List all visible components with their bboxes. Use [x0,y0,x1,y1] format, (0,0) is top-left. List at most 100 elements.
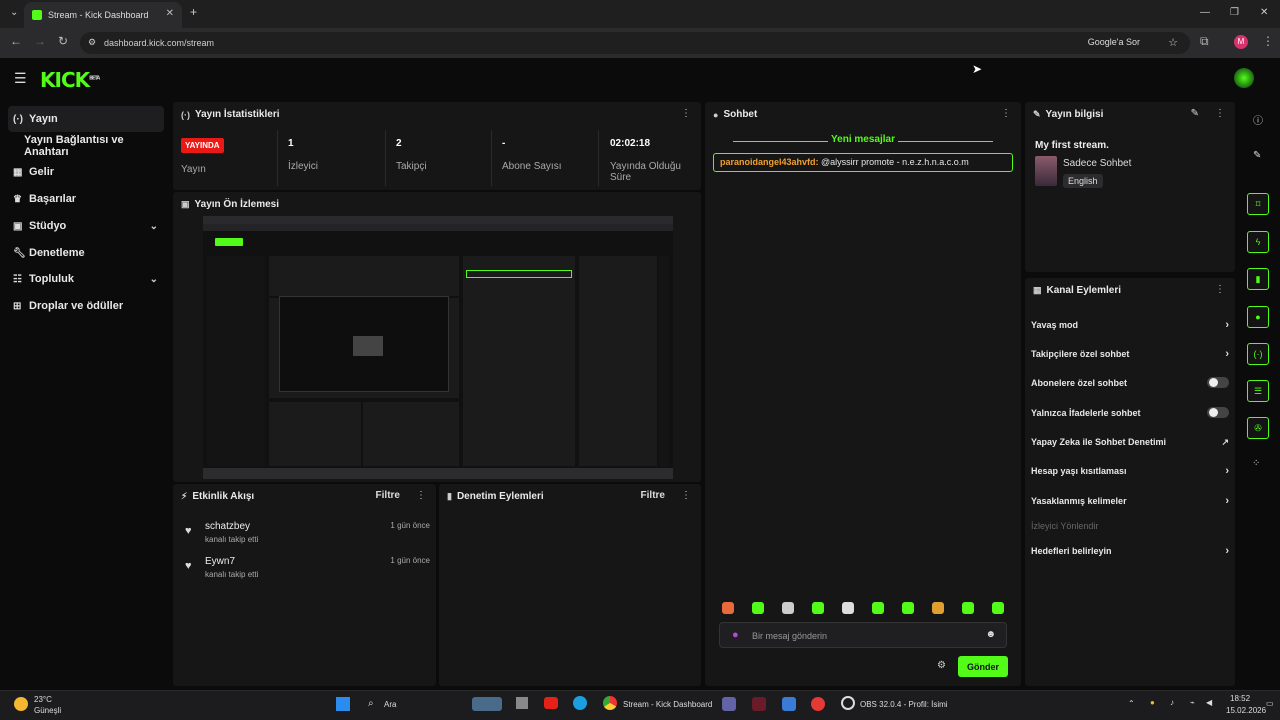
more-options-icon[interactable]: ⋮ [1001,108,1011,119]
minimize-icon[interactable]: — [1200,7,1210,18]
tab-search-icon[interactable]: ⌄ [10,7,18,18]
rail-button-bolt[interactable]: ϟ [1247,231,1269,253]
emote-icon[interactable] [782,602,794,614]
forward-icon[interactable]: → [34,34,46,48]
more-options-icon[interactable]: ⋮ [416,490,426,501]
back-icon[interactable]: ← [10,34,22,48]
rail-button-wrench[interactable]: ✇ [1247,417,1269,439]
new-messages-divider[interactable]: Yeni mesajlar [713,134,1013,148]
close-tab-icon[interactable]: ✕ [166,8,174,19]
emote-icon[interactable] [812,602,824,614]
sidebar-item-studio[interactable]: ▣ Stüdyo ⌄ [8,213,164,239]
volume-icon[interactable]: ◀ [1206,698,1212,707]
site-info-icon[interactable]: ⚙ [88,37,96,48]
moderation-filter-button[interactable]: Filtre [641,490,665,501]
slow-mode-row[interactable]: Yavaş mod › [1031,314,1229,336]
more-options-icon[interactable]: ⋮ [681,108,691,119]
profile-avatar[interactable]: M [1234,35,1248,49]
sidebar-item-revenue[interactable]: ▦ Gelir [8,159,164,185]
widget-image-icon[interactable] [472,697,502,711]
weather-desc[interactable]: Güneşli [34,706,61,715]
hamburger-menu-icon[interactable]: ☰ [14,70,27,87]
microphone-tray-icon[interactable]: ♪ [1170,698,1174,707]
windows-start-icon[interactable] [336,697,350,711]
reload-icon[interactable]: ↻ [58,34,68,48]
chrome-task-label[interactable]: Stream - Kick Dashboard [623,700,712,709]
activity-username[interactable]: Eywn7 [205,556,235,567]
emote-icon[interactable] [902,602,914,614]
emote-icon[interactable] [842,602,854,614]
send-button[interactable]: Gönder [958,656,1008,677]
close-window-icon[interactable]: ✕ [1260,7,1268,18]
app-icon[interactable] [752,697,766,711]
more-options-icon[interactable]: ⋮ [1215,284,1225,295]
tray-icon[interactable]: ● [1150,698,1155,707]
sidebar-item-drops[interactable]: ⊞ Droplar ve ödüller [8,293,164,319]
clock-time[interactable]: 18:52 [1230,694,1250,703]
sidebar-item-achievements[interactable]: ♛ Başarılar [8,186,164,212]
info-icon[interactable]: ⓘ [1253,112,1263,127]
sidebar-item-stream-key[interactable]: Yayın Bağlantısı ve Anahtarı [8,133,164,159]
browser-menu-icon[interactable]: ⋮ [1262,34,1274,48]
microphone-icon[interactable]: ● [732,629,739,641]
edit-pencil-icon[interactable]: ✎ [1191,108,1199,119]
chevron-up-icon[interactable]: ⌃ [1128,699,1135,708]
ai-moderation-row[interactable]: Yapay Zeka ile Sohbet Denetimi ↗ [1031,431,1229,453]
emote-icon[interactable] [872,602,884,614]
url-input[interactable]: ⚙ dashboard.kick.com/stream Google'a Sor… [80,32,1190,54]
chrome-icon[interactable] [603,696,617,710]
notification-icon[interactable]: ▭ [1266,699,1274,708]
obs-task-label[interactable]: OBS 32.0.4 - Profil: İsimi [860,700,948,709]
emote-icon[interactable] [752,602,764,614]
pencil-icon[interactable]: ✎ [1253,150,1261,161]
browser-tab[interactable]: Stream - Kick Dashboard ✕ [24,2,182,28]
followers-only-row[interactable]: Takipçilere özel sohbet › [1031,343,1229,365]
subscribers-only-toggle[interactable] [1207,377,1229,388]
more-options-icon[interactable]: ⋮ [1215,108,1225,119]
rail-button-document[interactable]: ▮ [1247,268,1269,290]
emote-icon[interactable] [992,602,1004,614]
search-icon[interactable]: ⌕ [368,698,374,709]
rail-button-broadcast[interactable]: (·) [1247,343,1269,365]
stream-category[interactable]: Sadece Sohbet [1063,158,1131,169]
yandex-icon[interactable] [811,697,825,711]
weather-temp[interactable]: 23°C [34,695,52,704]
account-age-row[interactable]: Hesap yaşı kısıtlaması › [1031,460,1229,482]
sidebar-item-community[interactable]: ☷ Topluluk ⌄ [8,266,164,292]
task-view-icon[interactable] [516,697,528,709]
rail-button-chat[interactable]: ● [1247,306,1269,328]
network-icon[interactable]: ⌁ [1190,698,1195,707]
rail-button-layout[interactable]: ☰ [1247,380,1269,402]
chat-message[interactable]: paranoidangel43ahvfd: @alyssirr promote … [713,153,1013,172]
activity-username[interactable]: schatzbey [205,521,250,532]
kick-logo[interactable]: KICKBETA [40,68,100,92]
add-widget-icon[interactable]: ⁘ [1252,458,1260,469]
extensions-icon[interactable]: ⧉ [1200,34,1209,49]
bookmark-star-icon[interactable]: ☆ [1168,36,1178,49]
user-avatar[interactable] [1234,68,1254,88]
maximize-icon[interactable]: ❐ [1230,7,1239,18]
app-icon[interactable] [782,697,796,711]
google-ask-button[interactable]: Google'a Sor [1088,37,1140,47]
obs-icon[interactable] [841,696,855,710]
stream-preview-video[interactable] [203,216,673,479]
emote-icon[interactable] [932,602,944,614]
taskbar-search[interactable]: Ara [384,700,396,709]
sidebar-item-moderation[interactable]: 🔧︎ Denetleme [8,240,164,266]
more-options-icon[interactable]: ⋮ [681,490,691,501]
sidebar-item-stream[interactable]: (·) Yayın [8,106,164,132]
emoji-icon[interactable]: ☻ [985,629,996,640]
chat-input[interactable]: ● Bir mesaj gönderin ☻ [719,622,1007,648]
edge-icon[interactable] [573,696,587,710]
emote-icon[interactable] [962,602,974,614]
youtube-icon[interactable] [544,697,558,709]
clock-date[interactable]: 15.02.2026 [1226,706,1266,715]
activity-filter-button[interactable]: Filtre [376,490,400,501]
new-tab-icon[interactable]: + [190,5,197,19]
banned-words-row[interactable]: Yasaklanmış kelimeler › [1031,490,1229,512]
chat-settings-gear-icon[interactable]: ⚙ [937,660,946,671]
emotes-only-toggle[interactable] [1207,407,1229,418]
chat-username[interactable]: paranoidangel43ahvfd: [720,157,819,167]
category-thumbnail[interactable] [1035,156,1057,186]
rail-button-capture[interactable]: ⌑ [1247,193,1269,215]
